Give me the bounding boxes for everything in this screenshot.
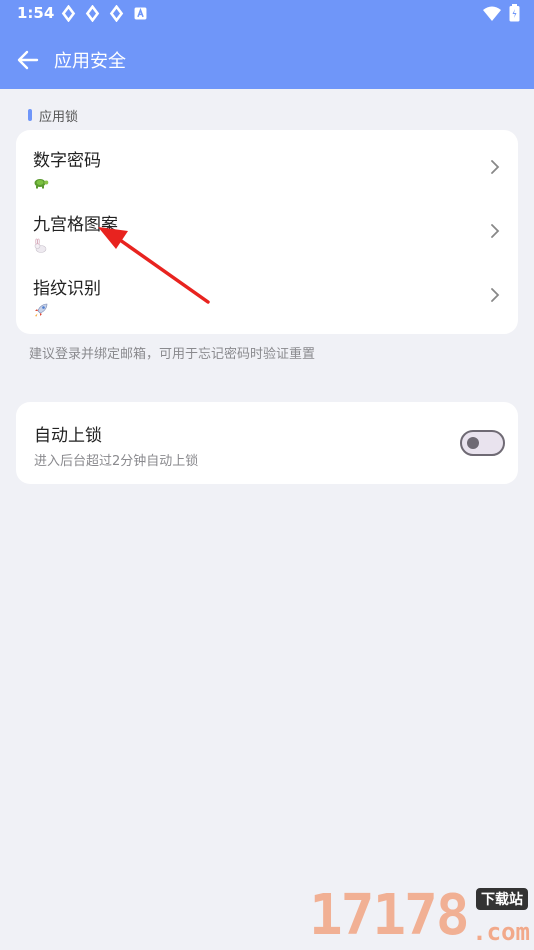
sync-icon: [61, 5, 76, 22]
watermark-suffix: .com: [472, 918, 530, 946]
chevron-right-icon: [491, 288, 500, 302]
chevron-right-icon: [491, 160, 500, 174]
battery-icon: [509, 4, 520, 22]
back-button[interactable]: [12, 44, 44, 76]
arrow-left-icon: [17, 50, 39, 70]
turtle-icon: [34, 179, 49, 189]
section-accent-bar: [28, 109, 32, 121]
header: 1:54 应用安全: [0, 0, 534, 89]
page-title: 应用安全: [54, 51, 126, 72]
lock-item-label: 九宫格图案: [33, 215, 118, 235]
rocket-icon: [35, 303, 48, 317]
section-header-app-lock: 应用锁: [28, 106, 79, 125]
watermark-badge: 下载站: [476, 888, 528, 910]
app-security-screen: 1:54 应用安全 应用锁 数字密码 九宫格图案 指纹识别 建议登录并绑定邮箱，…: [0, 0, 534, 950]
sync-icon: [85, 5, 100, 22]
chevron-right-icon: [491, 224, 500, 238]
lock-item-fingerprint[interactable]: 指纹识别: [16, 258, 518, 322]
lock-item-digital-password[interactable]: 数字密码: [16, 130, 518, 194]
status-bar: 1:54: [0, 0, 534, 28]
status-time: 1:54: [17, 4, 55, 22]
email-binding-hint: 建议登录并绑定邮箱，可用于忘记密码时验证重置: [29, 347, 316, 362]
watermark-number: 17178: [309, 883, 470, 948]
auto-lock-card: 自动上锁 进入后台超过2分钟自动上锁: [16, 402, 518, 484]
lock-item-pattern[interactable]: 九宫格图案: [16, 194, 518, 258]
toggle-knob: [467, 437, 479, 449]
lock-item-label: 指纹识别: [33, 279, 101, 299]
a-icon: [134, 7, 147, 20]
sync-icon: [109, 5, 124, 22]
notification-icons: [60, 5, 149, 22]
section-label: 应用锁: [39, 109, 79, 125]
auto-lock-title: 自动上锁: [34, 426, 102, 446]
app-bar: 应用安全: [0, 38, 534, 82]
lock-item-label: 数字密码: [33, 151, 101, 171]
watermark-logo: 17178 下载站 .com: [309, 883, 534, 950]
status-right-icons: [483, 4, 520, 22]
auto-lock-toggle[interactable]: [460, 430, 505, 456]
app-lock-card: 数字密码 九宫格图案 指纹识别: [16, 130, 518, 334]
rabbit-icon: [34, 238, 47, 253]
wifi-icon: [483, 6, 501, 21]
auto-lock-subtitle: 进入后台超过2分钟自动上锁: [34, 454, 199, 469]
